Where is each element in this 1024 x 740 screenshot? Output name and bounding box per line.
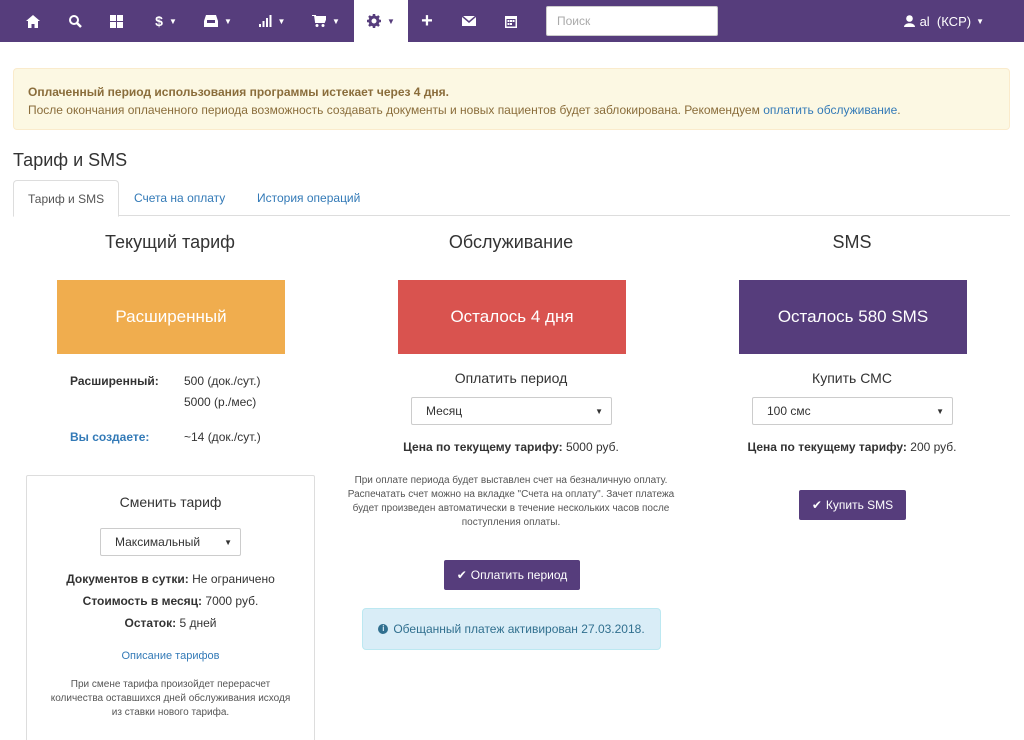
service-price-row: Цена по текущему тарифу: 5000 руб. [403, 440, 619, 454]
change-tariff-note: При смене тарифа произойдет перерасчет к… [50, 679, 291, 718]
check-icon: ✔ [456, 568, 467, 582]
pay-service-link[interactable]: оплатить обслуживание [763, 103, 897, 117]
tab-invoices[interactable]: Счета на оплату [120, 180, 239, 216]
buy-sms-label: Купить СМС [812, 370, 892, 386]
service-days-box: Осталось 4 дня [398, 280, 626, 354]
buy-sms-button[interactable]: ✔ Купить SMS [799, 490, 906, 520]
service-payment-note: При оплате периода будет выставлен счет … [347, 475, 675, 528]
current-tariff-box: Расширенный [57, 280, 285, 354]
alert-text: После окончания оплаченного периода возм… [28, 103, 901, 117]
tariff-price-per-month: 5000 (р./мес) [184, 395, 257, 409]
cart-icon[interactable]: ▼ [306, 0, 346, 42]
home-icon[interactable] [20, 0, 46, 42]
pay-period-button[interactable]: ✔ Оплатить период [444, 560, 580, 590]
top-navbar: $▼ ▼ ▼ ▼ ▼ + al (КСР) ▼ [0, 0, 1024, 42]
caret-down-icon: ▼ [224, 16, 232, 26]
caret-down-icon: ▼ [976, 16, 984, 26]
alert-title: Оплаченный период использования программ… [28, 85, 450, 99]
envelope-icon[interactable] [456, 0, 482, 42]
caret-down-icon: ▼ [332, 16, 340, 26]
tab-bar: Тариф и SMS Счета на оплату История опер… [13, 180, 1010, 217]
service-title: Обслуживание [448, 232, 574, 252]
signal-icon[interactable]: ▼ [252, 0, 292, 42]
expiry-alert: Оплаченный период использования программ… [13, 68, 1010, 130]
sms-title: SMS [832, 232, 872, 252]
select-arrow-icon: ▼ [224, 538, 232, 547]
select-arrow-icon: ▼ [936, 407, 944, 416]
tariff-description-link[interactable]: Описание тарифов [122, 650, 220, 662]
monthly-cost-row: Стоимость в месяц: 7000 руб. [82, 594, 259, 608]
sms-remaining-box: Осталось 580 SMS [739, 280, 967, 354]
current-tariff-title: Текущий тариф [105, 232, 235, 252]
caret-down-icon: ▼ [168, 16, 177, 26]
grid-icon[interactable] [103, 0, 129, 42]
pay-period-label: Оплатить период [454, 370, 568, 386]
you-create-value: ~14 (док./сут.) [184, 430, 261, 444]
search-icon[interactable] [62, 0, 88, 42]
promised-payment-alert: i Обещанный платеж активирован 27.03.2018… [362, 608, 661, 650]
gear-icon[interactable]: ▼ [354, 0, 408, 42]
select-arrow-icon: ▼ [595, 407, 603, 416]
remaining-row: Остаток: 5 дней [124, 616, 217, 630]
tariff-description-link-row: Описание тарифов [26, 650, 315, 662]
tab-history[interactable]: История операций [243, 180, 374, 216]
docs-per-day-row: Документов в сутки: Не ограничено [66, 572, 275, 586]
dollar-icon[interactable]: $ ▼ [146, 0, 186, 42]
inbox-icon[interactable]: ▼ [198, 0, 238, 42]
calendar-icon[interactable] [498, 0, 524, 42]
sms-amount-select[interactable]: 100 смс ▼ [752, 397, 953, 425]
tariff-name-label: Расширенный: [70, 374, 159, 388]
plus-icon[interactable]: + [414, 0, 440, 42]
caret-down-icon: ▼ [387, 16, 395, 26]
tariff-docs-per-day: 500 (док./сут.) [184, 374, 261, 388]
tab-tariff-sms[interactable]: Тариф и SMS [13, 180, 120, 217]
tariff-select[interactable]: Максимальный ▼ [100, 528, 241, 556]
sms-price-row: Цена по текущему тарифу: 200 руб. [747, 440, 957, 454]
change-tariff-title: Сменить тариф [119, 494, 222, 510]
search-input[interactable] [546, 6, 718, 36]
period-select[interactable]: Месяц ▼ [411, 397, 612, 425]
caret-down-icon: ▼ [277, 16, 286, 26]
user-icon [903, 15, 915, 27]
check-icon: ✔ [811, 498, 822, 512]
info-icon: i [378, 624, 389, 634]
you-create-label: Вы создаете: [70, 430, 150, 444]
user-name: al (КСР) [919, 13, 972, 29]
page-title: Тариф и SMS [13, 150, 128, 170]
user-menu[interactable]: al (КСР) ▼ [903, 0, 984, 42]
